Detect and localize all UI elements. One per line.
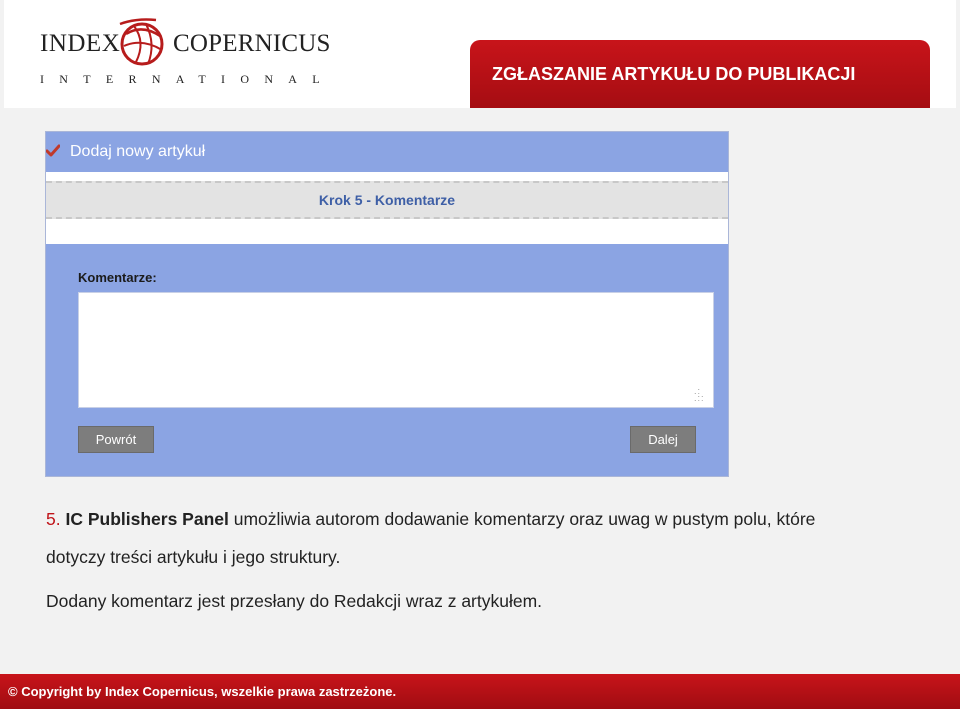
product-name: IC Publishers Panel bbox=[65, 509, 229, 529]
comments-form: Komentarze: .:.:: Powrót Dalej bbox=[46, 244, 728, 476]
index-copernicus-logo: INDEX COPERNICUS INTERNATIONAL bbox=[36, 14, 330, 90]
page-header: INDEX COPERNICUS INTERNATIONAL ZGŁASZANI… bbox=[4, 0, 956, 108]
panel-header: Dodaj nowy artykuł bbox=[46, 132, 728, 172]
logo-word-international: INTERNATIONAL bbox=[40, 72, 335, 86]
checkmark-icon bbox=[46, 144, 60, 157]
step-label: Krok 5 - Komentarze bbox=[318, 192, 456, 208]
step-bar: Krok 5 - Komentarze bbox=[46, 172, 728, 244]
next-button[interactable]: Dalej bbox=[630, 426, 696, 453]
comments-textarea[interactable] bbox=[78, 292, 714, 408]
description-line-2: dotyczy treści artykułu i jego struktury… bbox=[46, 547, 341, 567]
logo-word-copernicus: COPERNICUS bbox=[173, 30, 331, 57]
comments-label: Komentarze: bbox=[78, 270, 157, 285]
page-title-banner: ZGŁASZANIE ARTYKUŁU DO PUBLIKACJI bbox=[470, 40, 930, 108]
page-title: ZGŁASZANIE ARTYKUŁU DO PUBLIKACJI bbox=[492, 64, 856, 84]
logo-word-index: INDEX bbox=[40, 30, 121, 57]
step-number: 5. bbox=[46, 509, 61, 529]
resize-handle-icon[interactable]: .:.:: bbox=[694, 387, 708, 403]
copyright-text: © Copyright by Index Copernicus, wszelki… bbox=[8, 684, 397, 699]
description-line-1: 5. IC Publishers Panel umożliwia autorom… bbox=[46, 509, 815, 530]
panel-title: Dodaj nowy artykuł bbox=[70, 143, 206, 160]
step-band: Krok 5 - Komentarze bbox=[46, 181, 728, 219]
description-line-3: Dodany komentarz jest przesłany do Redak… bbox=[46, 591, 543, 611]
globe-icon bbox=[119, 18, 164, 66]
page-footer: © Copyright by Index Copernicus, wszelki… bbox=[0, 674, 960, 709]
back-button[interactable]: Powrót bbox=[78, 426, 154, 453]
description-line-1-text: umożliwia autorom dodawanie komentarzy o… bbox=[228, 509, 816, 529]
add-article-panel: Dodaj nowy artykuł Krok 5 - Komentarze K… bbox=[45, 131, 729, 477]
